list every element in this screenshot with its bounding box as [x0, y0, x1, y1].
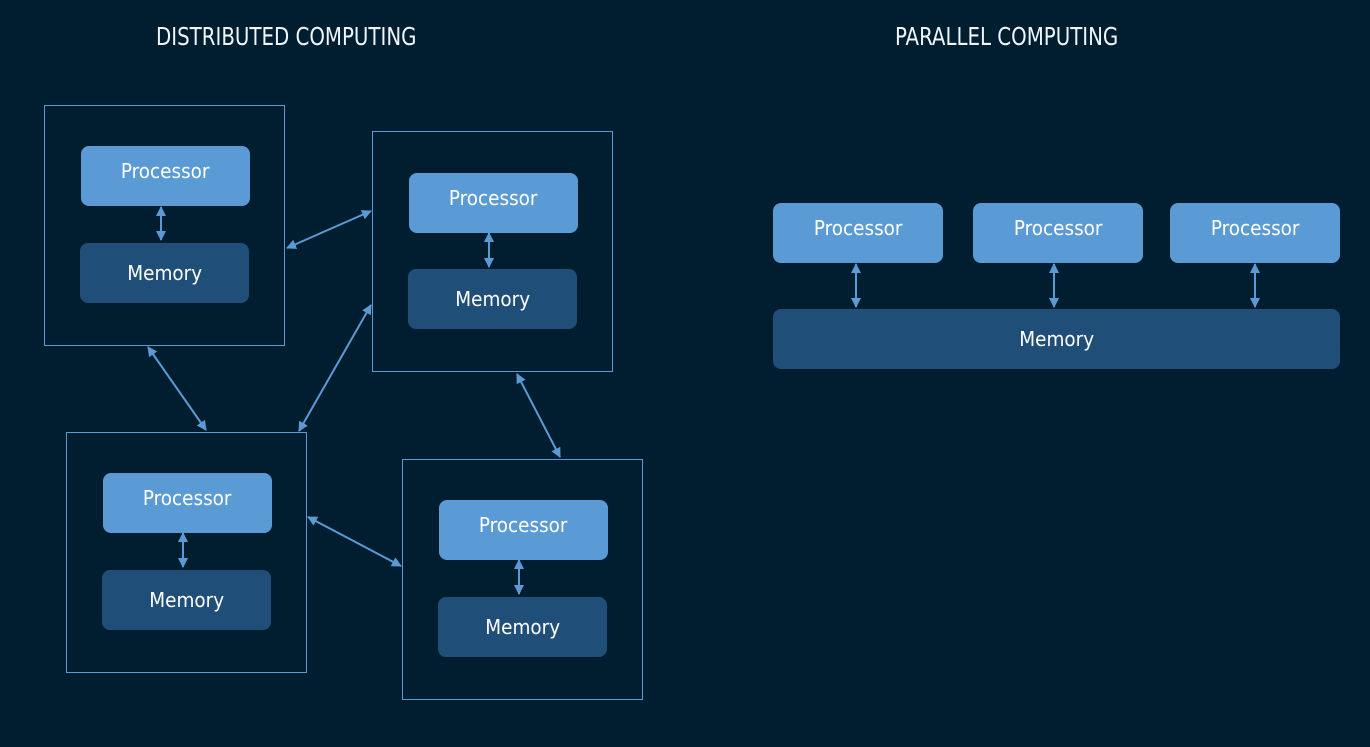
arrow-node2-node4	[516, 373, 561, 458]
connection-arrows	[147, 206, 1260, 595]
arrow-node2-node3	[298, 304, 372, 432]
arrow-node1-node2	[286, 210, 372, 249]
arrow-node3-node4	[307, 516, 402, 567]
arrow-node1-node3	[147, 346, 207, 431]
